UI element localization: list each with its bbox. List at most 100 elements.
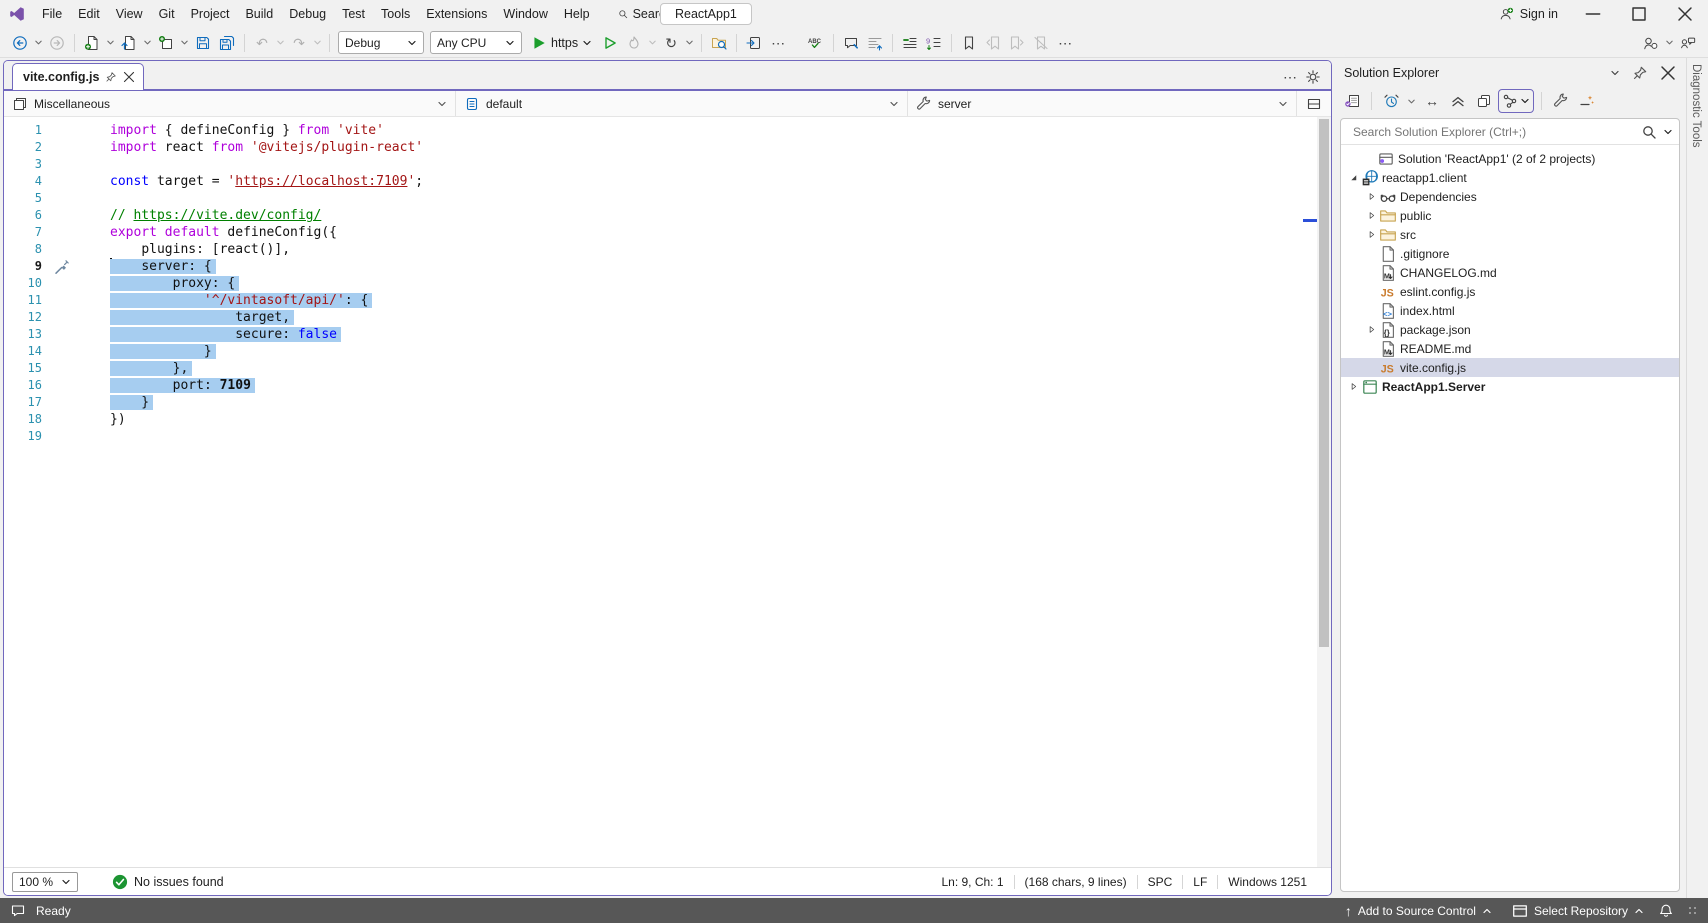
new-file-menu[interactable] [104, 31, 117, 55]
start-debugging-button[interactable]: https [525, 31, 598, 55]
bookmarks-overflow-button[interactable]: ⋯ [1053, 31, 1077, 55]
start-without-debugging-button[interactable] [598, 31, 622, 55]
tree-item-public[interactable]: public [1341, 206, 1679, 225]
code-line-2[interactable]: 2import react from '@vitejs/plugin-react… [4, 139, 1331, 156]
restart-menu[interactable] [683, 31, 696, 55]
menu-edit[interactable]: Edit [70, 0, 108, 28]
expand-arrow-icon[interactable] [1363, 324, 1379, 335]
code-line-14[interactable]: 14 } [4, 343, 1331, 360]
live-share-menu[interactable] [1663, 31, 1676, 55]
tree-item-src[interactable]: src [1341, 225, 1679, 244]
spell-checker-button[interactable]: ABC [804, 31, 828, 55]
code-line-13[interactable]: 13 secure: false [4, 326, 1331, 343]
code-line-6[interactable]: 6// https://vite.dev/config/ [4, 207, 1331, 224]
ide-navigator-button[interactable] [742, 31, 766, 55]
tree-item-.gitignore[interactable]: .gitignore [1341, 244, 1679, 263]
tree-item-readme.md[interactable]: MREADME.md [1341, 339, 1679, 358]
close-tab-icon[interactable] [123, 71, 135, 83]
code-line-17[interactable]: 17 } [4, 394, 1331, 411]
menu-tools[interactable]: Tools [373, 0, 418, 28]
code-line-16[interactable]: 16 port: 7109 [4, 377, 1331, 394]
tree-item-changelog.md[interactable]: MCHANGELOG.md [1341, 263, 1679, 282]
code-editor[interactable]: 1import { defineConfig } from 'vite'2imp… [4, 117, 1331, 867]
save-all-button[interactable] [215, 31, 239, 55]
undo-button[interactable]: ↶ [250, 31, 274, 55]
diagnostic-tools-tab[interactable]: Diagnostic Tools [1690, 64, 1702, 148]
code-line-12[interactable]: 12 target, [4, 309, 1331, 326]
format-document-button[interactable] [863, 31, 887, 55]
pin-icon[interactable] [105, 71, 117, 83]
expand-arrow-icon[interactable] [1363, 229, 1379, 240]
notifications-bell-icon[interactable] [1658, 903, 1674, 919]
indent-lines-button[interactable] [898, 31, 922, 55]
navigate-forward-button[interactable] [45, 31, 69, 55]
tree-item-dependencies[interactable]: Dependencies [1341, 187, 1679, 206]
code-line-3[interactable]: 3 [4, 156, 1331, 173]
issues-indicator[interactable]: No issues found [112, 874, 224, 890]
tree-item-index.html[interactable]: <>index.html [1341, 301, 1679, 320]
open-file-menu[interactable] [141, 31, 154, 55]
tab-vite-config-js[interactable]: vite.config.js [12, 63, 144, 90]
member-dropdown[interactable]: server [908, 91, 1297, 116]
previous-bookmark-button[interactable] [981, 31, 1005, 55]
pending-changes-filter-button[interactable] [1379, 89, 1403, 113]
menu-window[interactable]: Window [495, 0, 555, 28]
sync-with-active-document-button[interactable]: ↔ [1420, 89, 1444, 113]
menu-build[interactable]: Build [237, 0, 281, 28]
solution-search-box[interactable] [1341, 119, 1679, 145]
sort-lines-button[interactable]: 9 [922, 31, 946, 55]
code-line-15[interactable]: 15 }, [4, 360, 1331, 377]
split-editor-button[interactable] [1297, 91, 1331, 116]
menu-view[interactable]: View [108, 0, 151, 28]
undo-menu[interactable] [274, 31, 287, 55]
encoding-indicator[interactable]: Windows 1251 [1218, 875, 1317, 889]
line-column-indicator[interactable]: Ln: 9, Ch: 1 [931, 875, 1013, 889]
switch-views-button[interactable] [1340, 89, 1364, 113]
collapse-arrow-icon[interactable] [1345, 172, 1361, 183]
save-button[interactable] [191, 31, 215, 55]
select-repository-button[interactable]: Select Repository [1506, 898, 1650, 923]
expand-arrow-icon[interactable] [1363, 210, 1379, 221]
project-dropdown[interactable]: Miscellaneous [4, 91, 456, 116]
code-line-10[interactable]: 10 proxy: { [4, 275, 1331, 292]
solution-layout-toggle[interactable] [1498, 89, 1534, 113]
live-share-button[interactable] [1639, 31, 1663, 55]
pin-icon[interactable] [1632, 65, 1648, 81]
search-icon[interactable] [1641, 124, 1657, 140]
tab-overflow-icon[interactable]: ⋯ [1283, 70, 1297, 84]
expand-arrow-icon[interactable] [1363, 191, 1379, 202]
hot-reload-menu[interactable] [646, 31, 659, 55]
code-line-7[interactable]: 7export default defineConfig({ [4, 224, 1331, 241]
scrollbar-thumb[interactable] [1319, 119, 1329, 647]
tree-item-reactapp1.client[interactable]: reactapp1.client [1341, 168, 1679, 187]
tree-item-vite.config.js[interactable]: JSvite.config.js [1341, 358, 1679, 377]
preview-selected-items-button[interactable] [1575, 89, 1599, 113]
menu-debug[interactable]: Debug [281, 0, 334, 28]
restart-button[interactable]: ↻ [659, 31, 683, 55]
toolbar-overflow-button[interactable]: ⋯ [766, 31, 790, 55]
menu-git[interactable]: Git [151, 0, 183, 28]
add-item-button[interactable] [154, 31, 178, 55]
code-line-4[interactable]: 4const target = 'https://localhost:7109'… [4, 173, 1331, 190]
new-file-button[interactable] [80, 31, 104, 55]
toggle-comment-button[interactable] [839, 31, 863, 55]
code-line-19[interactable]: 19 [4, 428, 1331, 445]
clear-bookmarks-button[interactable] [1029, 31, 1053, 55]
navigate-backward-button[interactable] [8, 31, 32, 55]
solution-configurations-combo[interactable]: Debug [338, 31, 424, 54]
add-to-source-control-button[interactable]: ↑ Add to Source Control [1339, 898, 1498, 923]
tree-item-package.json[interactable]: {}package.json [1341, 320, 1679, 339]
code-line-5[interactable]: 5 [4, 190, 1331, 207]
code-line-11[interactable]: 11 '^/vintasoft/api/': { [4, 292, 1331, 309]
solution-platforms-combo[interactable]: Any CPU [430, 31, 522, 54]
menu-extensions[interactable]: Extensions [418, 0, 495, 28]
code-line-8[interactable]: 8 plugins: [react()], [4, 241, 1331, 258]
tree-item-reactapp1.server[interactable]: ReactApp1.Server [1341, 377, 1679, 396]
gear-icon[interactable] [1305, 69, 1321, 85]
close-panel-icon[interactable] [1660, 65, 1676, 81]
next-bookmark-button[interactable] [1005, 31, 1029, 55]
redo-button[interactable]: ↷ [287, 31, 311, 55]
menu-project[interactable]: Project [183, 0, 238, 28]
resize-grip[interactable] [1688, 906, 1698, 916]
tree-item-solution-reactapp1-2-of-2-projects-[interactable]: Solution 'ReactApp1' (2 of 2 projects) [1341, 149, 1679, 168]
